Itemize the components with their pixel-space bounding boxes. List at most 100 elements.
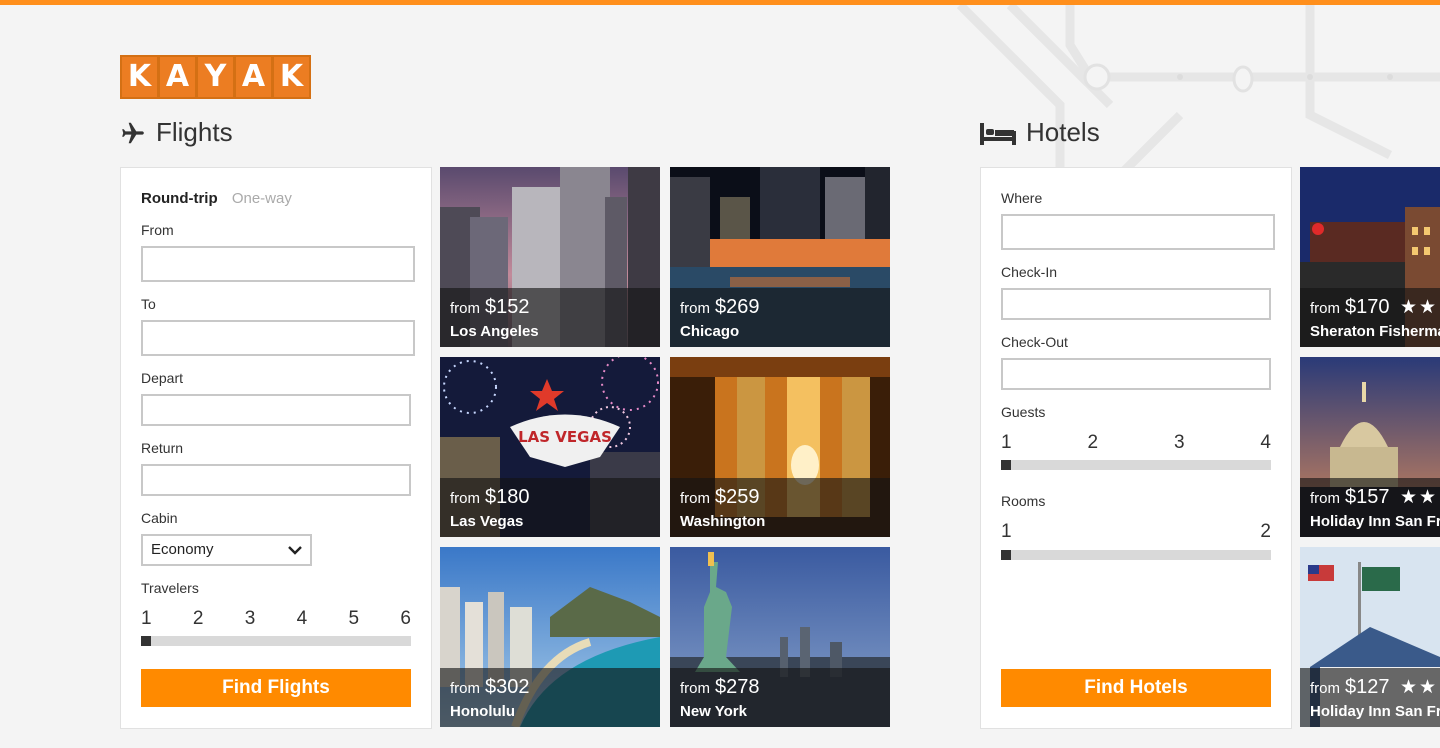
- hotel-name: Sheraton Fisherma: [1310, 323, 1440, 340]
- price-value: $170: [1345, 296, 1390, 318]
- deal-price: from $269: [680, 296, 760, 319]
- from-prefix: from: [680, 680, 710, 697]
- from-prefix: from: [680, 300, 710, 317]
- flight-search-form: Round-trip One-way From To Depart Return…: [120, 167, 432, 729]
- price-value: $180: [485, 486, 530, 508]
- to-label: To: [141, 296, 156, 312]
- where-input[interactable]: [1001, 214, 1275, 250]
- price-value: $259: [715, 486, 760, 508]
- from-prefix: from: [1310, 680, 1340, 697]
- deal-city: Washington: [680, 513, 766, 530]
- deal-city: Honolulu: [450, 703, 515, 720]
- round-trip-option[interactable]: Round-trip: [141, 190, 218, 207]
- hotel-deal-tile[interactable]: from $170 ★★ Sheraton Fisherma: [1300, 167, 1440, 347]
- depart-date-input[interactable]: [141, 394, 411, 426]
- logo-letter: A: [236, 57, 271, 97]
- cabin-select[interactable]: Economy: [141, 534, 312, 566]
- guests-tick: 1: [1001, 432, 1012, 453]
- where-label: Where: [1001, 190, 1043, 206]
- find-hotels-button[interactable]: Find Hotels: [1001, 669, 1271, 707]
- guests-tick: 3: [1173, 432, 1185, 453]
- from-label: From: [141, 222, 174, 238]
- checkin-date-input[interactable]: [1001, 288, 1271, 320]
- bed-icon: [980, 122, 1016, 145]
- from-prefix: from: [450, 300, 480, 317]
- guests-label: Guests: [1001, 404, 1046, 420]
- hotel-search-form: Where Check-In Check-Out Guests 1 2 3 4 …: [980, 167, 1292, 729]
- guests-slider-thumb[interactable]: [1001, 460, 1011, 470]
- hotel-deal-tile[interactable]: from $157 ★★ Holiday Inn San Fr: [1300, 357, 1440, 537]
- flights-title: Flights: [156, 117, 233, 147]
- from-prefix: from: [680, 490, 710, 507]
- logo-letter: K: [122, 57, 157, 97]
- hotels-title: Hotels: [1026, 117, 1100, 147]
- deal-city: New York: [680, 703, 747, 720]
- flight-deal-tile[interactable]: LAS VEGAS from $180 Las Vegas: [440, 357, 660, 537]
- find-flights-button[interactable]: Find Flights: [141, 669, 411, 707]
- travelers-slider[interactable]: [141, 636, 411, 646]
- deal-caption: from $170 ★★ Sheraton Fisherma: [1300, 288, 1440, 347]
- deal-caption: from $278 New York: [670, 668, 890, 727]
- travelers-tick: 5: [348, 608, 360, 629]
- travelers-tick: 6: [400, 608, 411, 629]
- flights-heading: Flights: [120, 117, 233, 148]
- from-prefix: from: [1310, 300, 1340, 317]
- travelers-tick: 3: [244, 608, 256, 629]
- deal-caption: from $259 Washington: [670, 478, 890, 537]
- price-value: $152: [485, 296, 530, 318]
- travelers-tick: 2: [192, 608, 204, 629]
- deal-price: from $180: [450, 486, 530, 509]
- deal-price: from $259: [680, 486, 760, 509]
- travelers-ticks: 1 2 3 4 5 6: [141, 608, 411, 630]
- deal-caption: from $180 Las Vegas: [440, 478, 660, 537]
- flight-deal-tile[interactable]: from $302 Honolulu: [440, 547, 660, 727]
- deal-price: from $170: [1310, 296, 1390, 319]
- price-value: $157: [1345, 486, 1390, 508]
- background-map-decoration: [956, 5, 1440, 175]
- flight-deal-tile[interactable]: from $259 Washington: [670, 357, 890, 537]
- travelers-tick: 1: [141, 608, 152, 629]
- deal-caption: from $127 ★★ Holiday Inn San Fr: [1300, 668, 1440, 727]
- checkin-label: Check-In: [1001, 264, 1058, 280]
- price-value: $269: [715, 296, 760, 318]
- hotels-heading: Hotels: [980, 117, 1100, 148]
- travelers-label: Travelers: [141, 580, 199, 596]
- rooms-slider-thumb[interactable]: [1001, 550, 1011, 560]
- deal-price: from $157: [1310, 486, 1390, 509]
- rooms-label: Rooms: [1001, 493, 1046, 509]
- flight-deal-tile[interactable]: from $269 Chicago: [670, 167, 890, 347]
- travelers-tick: 4: [296, 608, 308, 629]
- deal-price: from $152: [450, 296, 530, 319]
- guests-tick: 4: [1260, 432, 1271, 453]
- hotel-deal-tile[interactable]: from $127 ★★ Holiday Inn San Fr: [1300, 547, 1440, 727]
- rooms-slider[interactable]: [1001, 550, 1271, 560]
- travelers-slider-thumb[interactable]: [141, 636, 151, 646]
- airplane-icon: [122, 122, 144, 143]
- price-value: $302: [485, 676, 530, 698]
- logo-letter: Y: [198, 57, 233, 97]
- cabin-selected-value: Economy: [151, 541, 214, 558]
- to-input[interactable]: [141, 320, 415, 356]
- price-value: $127: [1345, 676, 1390, 698]
- rooms-tick: 2: [1260, 521, 1271, 542]
- deal-caption: from $152 Los Angeles: [440, 288, 660, 347]
- star-rating: ★★: [1400, 296, 1439, 318]
- return-date-input[interactable]: [141, 464, 411, 496]
- guests-tick: 2: [1087, 432, 1099, 453]
- kayak-logo[interactable]: K A Y A K: [120, 55, 311, 99]
- from-prefix: from: [450, 680, 480, 697]
- from-prefix: from: [450, 490, 480, 507]
- guests-slider[interactable]: [1001, 460, 1271, 470]
- depart-label: Depart: [141, 370, 184, 386]
- flight-deal-tile[interactable]: from $152 Los Angeles: [440, 167, 660, 347]
- logo-letter: A: [160, 57, 195, 97]
- svg-text:LAS VEGAS: LAS VEGAS: [518, 428, 612, 446]
- deal-caption: from $157 ★★ Holiday Inn San Fr: [1300, 478, 1440, 537]
- flight-deal-tile[interactable]: from $278 New York: [670, 547, 890, 727]
- return-label: Return: [141, 440, 184, 456]
- deal-price: from $278: [680, 676, 760, 699]
- checkout-date-input[interactable]: [1001, 358, 1271, 390]
- deal-caption: from $269 Chicago: [670, 288, 890, 347]
- one-way-option[interactable]: One-way: [232, 190, 292, 207]
- from-input[interactable]: [141, 246, 415, 282]
